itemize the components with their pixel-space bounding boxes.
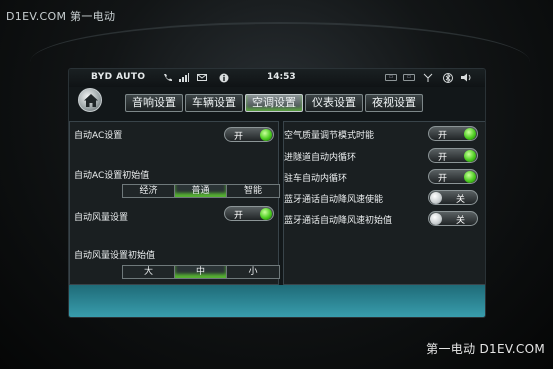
- bt-call-fan-reduce-enable-toggle[interactable]: 关: [428, 190, 478, 205]
- auto-ac-toggle-text: 开: [234, 132, 244, 142]
- toggle-knob: [430, 192, 442, 204]
- auto-ac-toggle[interactable]: 开: [224, 127, 274, 142]
- parking-recirculation-toggle-text: 开: [438, 174, 448, 184]
- auto-fan-toggle-text: 开: [234, 211, 244, 221]
- bt-call-fan-reduce-enable-toggle-text: 关: [456, 195, 466, 205]
- parking-recirculation-label: 驻车自动内循环: [284, 174, 348, 184]
- auto-fan-init-selector: 大 中 小: [122, 265, 280, 279]
- right-settings-panel: 空气质量调节模式时能 开 进隧道自动内循环 开 驻车自动内循环 开 蓝牙通话自动…: [283, 121, 485, 285]
- bt-call-fan-reduce-init-toggle[interactable]: 关: [428, 211, 478, 226]
- tunnel-recirculation-label: 进隧道自动内循环: [284, 153, 357, 163]
- toggle-knob: [260, 208, 272, 220]
- info-icon: [219, 73, 229, 83]
- option-medium[interactable]: 中: [175, 266, 227, 278]
- option-normal[interactable]: 普通: [175, 185, 227, 197]
- option-high[interactable]: 大: [123, 266, 175, 278]
- toggle-knob: [260, 129, 272, 141]
- auto-fan-toggle[interactable]: 开: [224, 206, 274, 221]
- parking-recirculation-toggle[interactable]: 开: [428, 169, 478, 184]
- auto-fan-init-label: 自动风量设置初始值: [74, 251, 156, 261]
- tab-ac-settings[interactable]: 空调设置: [245, 94, 303, 112]
- bt-call-fan-reduce-init-toggle-text: 关: [456, 216, 466, 226]
- tab-vehicle-settings[interactable]: 车辆设置: [185, 94, 243, 112]
- toggle-knob: [464, 171, 476, 183]
- left-settings-panel: 自动AC设置 开 自动AC设置初始值 经济 普通 智能 自动风量设置 开 自动风…: [69, 121, 280, 285]
- settings-tabs: 音响设置 车辆设置 空调设置 仪表设置 夜视设置: [125, 94, 425, 112]
- phone-icon: [163, 73, 173, 82]
- brand-label: BYD AUTO: [91, 72, 146, 82]
- watermark-bottom-right: 第一电动 D1EV.COM: [426, 342, 545, 356]
- option-smart[interactable]: 智能: [227, 185, 279, 197]
- auto-ac-init-label: 自动AC设置初始值: [74, 171, 150, 181]
- tab-instrument-settings[interactable]: 仪表设置: [305, 94, 363, 112]
- toggle-knob: [464, 150, 476, 162]
- tunnel-recirculation-toggle[interactable]: 开: [428, 148, 478, 163]
- toggle-knob: [430, 213, 442, 225]
- air-quality-mode-toggle-text: 开: [438, 131, 448, 141]
- auto-fan-label: 自动风量设置: [74, 213, 129, 223]
- bt-call-fan-reduce-enable-label: 蓝牙通话自动降风速使能: [284, 195, 384, 205]
- mail-icon: [197, 73, 207, 82]
- screen-footer-bar: [69, 285, 485, 317]
- infotainment-screen: BYD AUTO 14:53 ▭ ▭ 音响设置 车辆设置 空调设置 仪表设置 夜…: [68, 68, 486, 318]
- bt-call-fan-reduce-init-label: 蓝牙通话自动降风速初始值: [284, 216, 393, 226]
- usb-icon: ▭: [385, 74, 397, 81]
- option-economy[interactable]: 经济: [123, 185, 175, 197]
- status-bar: BYD AUTO 14:53 ▭ ▭: [69, 69, 485, 87]
- air-quality-mode-label: 空气质量调节模式时能: [284, 131, 375, 141]
- auto-ac-label: 自动AC设置: [74, 131, 123, 141]
- sd-card-icon: ▭: [403, 74, 415, 81]
- air-quality-mode-toggle[interactable]: 开: [428, 126, 478, 141]
- tab-audio-settings[interactable]: 音响设置: [125, 94, 183, 112]
- watermark-top-left: D1EV.COM 第一电动: [6, 10, 116, 23]
- signal-icon: [179, 73, 189, 82]
- tab-night-vision-settings[interactable]: 夜视设置: [365, 94, 423, 112]
- volume-icon[interactable]: [461, 73, 471, 82]
- toggle-knob: [464, 128, 476, 140]
- tunnel-recirculation-toggle-text: 开: [438, 153, 448, 163]
- bluetooth-icon: [443, 73, 453, 83]
- auto-ac-init-selector: 经济 普通 智能: [122, 184, 280, 198]
- antenna-icon: [423, 73, 433, 82]
- clock: 14:53: [267, 72, 296, 82]
- home-icon: [84, 94, 98, 107]
- home-button[interactable]: [78, 88, 102, 112]
- option-low[interactable]: 小: [227, 266, 279, 278]
